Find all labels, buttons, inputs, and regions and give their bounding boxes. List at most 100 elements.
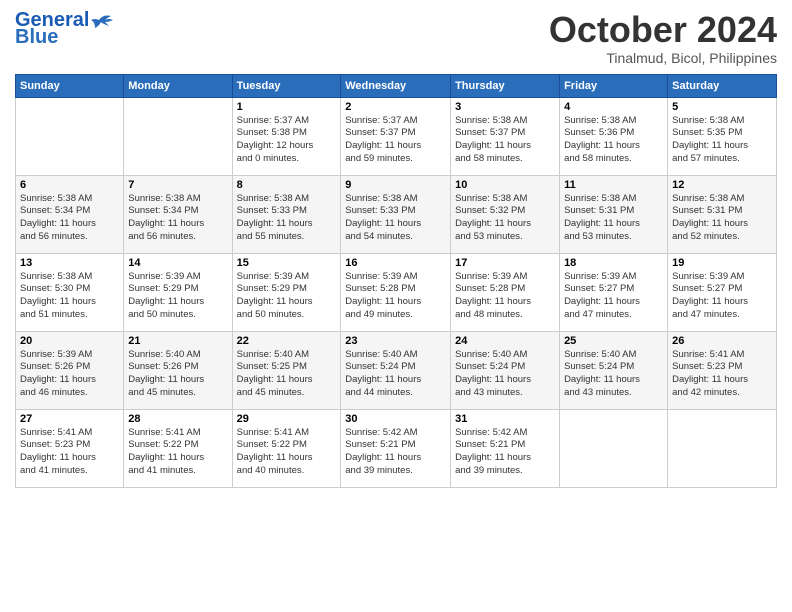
day-detail: Sunrise: 5:38 AM Sunset: 5:34 PM Dayligh… (128, 193, 227, 244)
day-number: 31 (455, 413, 555, 425)
day-detail: Sunrise: 5:38 AM Sunset: 5:37 PM Dayligh… (455, 115, 555, 166)
table-row (668, 409, 777, 487)
day-detail: Sunrise: 5:39 AM Sunset: 5:27 PM Dayligh… (564, 271, 663, 322)
table-row: 3 Sunrise: 5:38 AM Sunset: 5:37 PM Daylig… (451, 97, 560, 175)
col-friday: Friday (560, 74, 668, 97)
day-detail: Sunrise: 5:39 AM Sunset: 5:28 PM Dayligh… (455, 271, 555, 322)
table-row: 25 Sunrise: 5:40 AM Sunset: 5:24 PM Dayli… (560, 331, 668, 409)
day-number: 20 (20, 335, 119, 347)
day-number: 19 (672, 257, 772, 269)
day-number: 5 (672, 101, 772, 113)
table-row: 12Sunrise: 5:38 AM Sunset: 5:31 PM Dayli… (668, 175, 777, 253)
table-row: 2Sunrise: 5:37 AM Sunset: 5:37 PM Daylig… (341, 97, 451, 175)
col-monday: Monday (124, 74, 232, 97)
day-detail: Sunrise: 5:38 AM Sunset: 5:35 PM Dayligh… (672, 115, 772, 166)
day-number: 18 (564, 257, 663, 269)
calendar-table: Sunday Monday Tuesday Wednesday Thursday… (15, 74, 777, 488)
table-row: 15Sunrise: 5:39 AM Sunset: 5:29 PM Dayli… (232, 253, 341, 331)
day-detail: Sunrise: 5:40 AM Sunset: 5:26 PM Dayligh… (128, 349, 227, 400)
day-number: 2 (345, 101, 446, 113)
day-number: 6 (20, 179, 119, 191)
day-detail: Sunrise: 5:40 AM Sunset: 5:24 PM Dayligh… (455, 349, 555, 400)
day-number: 4 (564, 101, 663, 113)
day-number: 11 (564, 179, 663, 191)
table-row: 13 Sunrise: 5:38 AM Sunset: 5:30 PM Dayli… (16, 253, 124, 331)
table-row: 4 Sunrise: 5:38 AM Sunset: 5:36 PM Daylig… (560, 97, 668, 175)
day-detail: Sunrise: 5:42 AM Sunset: 5:21 PM Dayligh… (455, 427, 555, 478)
logo-blue: Blue (15, 26, 58, 49)
day-detail: Sunrise: 5:39 AM Sunset: 5:28 PM Dayligh… (345, 271, 446, 322)
day-number: 8 (237, 179, 337, 191)
day-number: 26 (672, 335, 772, 347)
table-row: 5 Sunrise: 5:38 AM Sunset: 5:35 PM Daylig… (668, 97, 777, 175)
day-detail: Sunrise: 5:41 AM Sunset: 5:22 PM Dayligh… (237, 427, 337, 478)
day-detail: Sunrise: 5:39 AM Sunset: 5:27 PM Dayligh… (672, 271, 772, 322)
day-detail: Sunrise: 5:40 AM Sunset: 5:24 PM Dayligh… (564, 349, 663, 400)
page-header: General Blue October 2024 Tinalmud, Bico… (15, 10, 777, 66)
day-detail: Sunrise: 5:42 AM Sunset: 5:21 PM Dayligh… (345, 427, 446, 478)
day-number: 23 (345, 335, 446, 347)
table-row: 31 Sunrise: 5:42 AM Sunset: 5:21 PM Dayli… (451, 409, 560, 487)
day-detail: Sunrise: 5:38 AM Sunset: 5:34 PM Dayligh… (20, 193, 119, 244)
table-row: 7 Sunrise: 5:38 AM Sunset: 5:34 PM Daylig… (124, 175, 232, 253)
day-number: 17 (455, 257, 555, 269)
day-number: 3 (455, 101, 555, 113)
day-detail: Sunrise: 5:37 AM Sunset: 5:38 PM Dayligh… (237, 115, 337, 166)
day-number: 24 (455, 335, 555, 347)
col-sunday: Sunday (16, 74, 124, 97)
table-row: 11Sunrise: 5:38 AM Sunset: 5:31 PM Dayli… (560, 175, 668, 253)
day-number: 13 (20, 257, 119, 269)
day-detail: Sunrise: 5:38 AM Sunset: 5:31 PM Dayligh… (672, 193, 772, 244)
col-saturday: Saturday (668, 74, 777, 97)
day-detail: Sunrise: 5:40 AM Sunset: 5:24 PM Dayligh… (345, 349, 446, 400)
table-row (16, 97, 124, 175)
day-detail: Sunrise: 5:38 AM Sunset: 5:33 PM Dayligh… (345, 193, 446, 244)
table-row: 30Sunrise: 5:42 AM Sunset: 5:21 PM Dayli… (341, 409, 451, 487)
day-number: 27 (20, 413, 119, 425)
day-number: 10 (455, 179, 555, 191)
table-row: 27Sunrise: 5:41 AM Sunset: 5:23 PM Dayli… (16, 409, 124, 487)
table-row: 16 Sunrise: 5:39 AM Sunset: 5:28 PM Dayli… (341, 253, 451, 331)
day-number: 25 (564, 335, 663, 347)
day-number: 1 (237, 101, 337, 113)
table-row: 18 Sunrise: 5:39 AM Sunset: 5:27 PM Dayli… (560, 253, 668, 331)
day-detail: Sunrise: 5:39 AM Sunset: 5:29 PM Dayligh… (237, 271, 337, 322)
table-row: 20 Sunrise: 5:39 AM Sunset: 5:26 PM Dayli… (16, 331, 124, 409)
table-row: 10 Sunrise: 5:38 AM Sunset: 5:32 PM Dayli… (451, 175, 560, 253)
table-row: 14Sunrise: 5:39 AM Sunset: 5:29 PM Dayli… (124, 253, 232, 331)
table-row: 28 Sunrise: 5:41 AM Sunset: 5:22 PM Dayli… (124, 409, 232, 487)
day-number: 16 (345, 257, 446, 269)
day-detail: Sunrise: 5:38 AM Sunset: 5:36 PM Dayligh… (564, 115, 663, 166)
day-detail: Sunrise: 5:40 AM Sunset: 5:25 PM Dayligh… (237, 349, 337, 400)
table-row: 21 Sunrise: 5:40 AM Sunset: 5:26 PM Dayli… (124, 331, 232, 409)
table-row (124, 97, 232, 175)
title-block: October 2024 Tinalmud, Bicol, Philippine… (549, 10, 777, 66)
day-number: 9 (345, 179, 446, 191)
day-number: 21 (128, 335, 227, 347)
day-detail: Sunrise: 5:38 AM Sunset: 5:32 PM Dayligh… (455, 193, 555, 244)
day-detail: Sunrise: 5:41 AM Sunset: 5:22 PM Dayligh… (128, 427, 227, 478)
table-row: 24 Sunrise: 5:40 AM Sunset: 5:24 PM Dayli… (451, 331, 560, 409)
table-row: 6 Sunrise: 5:38 AM Sunset: 5:34 PM Daylig… (16, 175, 124, 253)
day-detail: Sunrise: 5:38 AM Sunset: 5:30 PM Dayligh… (20, 271, 119, 322)
table-row (560, 409, 668, 487)
day-number: 29 (237, 413, 337, 425)
page-container: General Blue October 2024 Tinalmud, Bico… (0, 0, 792, 498)
table-row: 26 Sunrise: 5:41 AM Sunset: 5:23 PM Dayli… (668, 331, 777, 409)
day-detail: Sunrise: 5:38 AM Sunset: 5:33 PM Dayligh… (237, 193, 337, 244)
day-number: 28 (128, 413, 227, 425)
location-subtitle: Tinalmud, Bicol, Philippines (549, 50, 777, 66)
table-row: 9 Sunrise: 5:38 AM Sunset: 5:33 PM Daylig… (341, 175, 451, 253)
day-detail: Sunrise: 5:39 AM Sunset: 5:26 PM Dayligh… (20, 349, 119, 400)
day-number: 22 (237, 335, 337, 347)
table-row: 17 Sunrise: 5:39 AM Sunset: 5:28 PM Dayli… (451, 253, 560, 331)
day-number: 7 (128, 179, 227, 191)
table-row: 19 Sunrise: 5:39 AM Sunset: 5:27 PM Dayli… (668, 253, 777, 331)
day-detail: Sunrise: 5:41 AM Sunset: 5:23 PM Dayligh… (672, 349, 772, 400)
col-wednesday: Wednesday (341, 74, 451, 97)
table-row: 23 Sunrise: 5:40 AM Sunset: 5:24 PM Dayli… (341, 331, 451, 409)
logo: General Blue (15, 10, 113, 49)
col-thursday: Thursday (451, 74, 560, 97)
table-row: 8 Sunrise: 5:38 AM Sunset: 5:33 PM Daylig… (232, 175, 341, 253)
col-tuesday: Tuesday (232, 74, 341, 97)
